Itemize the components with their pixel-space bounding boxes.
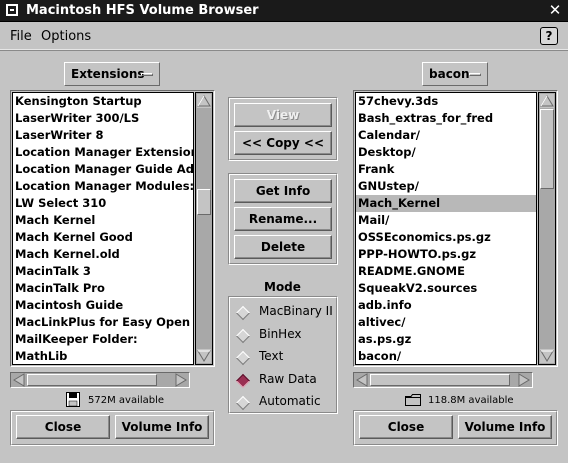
mode-option-label: BinHex [259, 326, 302, 341]
rename-button[interactable]: Rename... [234, 207, 332, 231]
right-available-space: 118.8M available [428, 395, 514, 406]
left-vertical-scroll-thumb[interactable] [197, 189, 211, 215]
option-menu-indicator-icon [469, 73, 481, 76]
file-list-row[interactable]: Location Manager Guide Addtu [13, 161, 193, 178]
file-list-row[interactable]: Mach Kernel Good [13, 229, 193, 246]
right-volume-menu[interactable]: bacon [422, 62, 488, 86]
file-list-row[interactable]: SqueakV2.sources [356, 280, 536, 297]
view-button[interactable]: View [234, 103, 332, 127]
mode-option-label: MacBinary II [259, 304, 333, 318]
file-list-row[interactable]: Mach_Kernel [356, 195, 536, 212]
menu-file[interactable]: File [10, 29, 32, 44]
menu-options[interactable]: Options [41, 29, 91, 44]
right-file-list: 57chevy.3ds Bash_extras_for_fred Calendar/… [353, 90, 558, 367]
right-horizontal-scroll-thumb[interactable] [370, 374, 510, 386]
file-list-row[interactable]: Desktop/ [356, 144, 536, 161]
right-vertical-scrollbar[interactable] [538, 92, 556, 365]
delete-button[interactable]: Delete [234, 235, 332, 259]
file-list-row[interactable]: README.GNOME [356, 263, 536, 280]
mode-option-label: Text [259, 349, 284, 363]
file-list-row[interactable]: Location Manager Extension [13, 144, 193, 161]
file-list-row[interactable]: 57chevy.3ds [356, 93, 536, 110]
scroll-down-icon[interactable] [197, 349, 211, 363]
file-list-row[interactable]: OSSEconomics.ps.gz [356, 229, 536, 246]
left-file-list-items[interactable]: Kensington Startup LaserWriter 300/LS Lase… [12, 92, 194, 365]
file-list-row[interactable]: bacon/ [356, 348, 536, 364]
file-list-row[interactable]: Location Manager Modules: [13, 178, 193, 195]
file-list-row[interactable]: Frank [356, 161, 536, 178]
left-volume-info-button[interactable]: Volume Info [115, 415, 209, 439]
file-list-row[interactable]: LaserWriter 300/LS [13, 110, 193, 127]
left-file-list: Kensington Startup LaserWriter 300/LS Lase… [10, 90, 215, 367]
scroll-left-icon[interactable] [12, 373, 26, 387]
file-list-row[interactable]: MathLib [13, 348, 193, 364]
right-horizontal-scrollbar[interactable] [353, 372, 533, 388]
folder-icon [405, 394, 421, 406]
left-vertical-scrollbar[interactable] [195, 92, 213, 365]
left-horizontal-scrollbar[interactable] [10, 372, 190, 388]
file-list-row[interactable]: Mach Kernel.old [13, 246, 193, 263]
file-list-row[interactable]: LW Select 310 [13, 195, 193, 212]
scroll-right-icon[interactable] [517, 373, 531, 387]
scroll-up-icon[interactable] [197, 94, 211, 108]
right-file-list-items[interactable]: 57chevy.3ds Bash_extras_for_fred Calendar/… [355, 92, 537, 365]
file-list-row[interactable]: MacinTalk 3 [13, 263, 193, 280]
get-info-button[interactable]: Get Info [234, 179, 332, 203]
left-volume-label: Extensions [71, 67, 145, 81]
left-volume-menu[interactable]: Extensions [64, 62, 160, 86]
scroll-right-icon[interactable] [174, 373, 188, 387]
left-available-space: 572M available [88, 395, 165, 406]
mode-option-label: Automatic [259, 394, 321, 408]
file-list-row[interactable]: PPP-HOWTO.ps.gz [356, 246, 536, 263]
title-bar: Macintosh HFS Volume Browser ✕ [0, 0, 568, 22]
right-vertical-scroll-thumb[interactable] [540, 109, 554, 189]
right-close-button[interactable]: Close [359, 415, 453, 439]
file-list-row[interactable]: Mach Kernel [13, 212, 193, 229]
window-title: Macintosh HFS Volume Browser [26, 3, 259, 18]
option-menu-indicator-icon [141, 73, 153, 76]
file-list-row[interactable]: GNUstep/ [356, 178, 536, 195]
mode-option-label: Raw Data [259, 371, 317, 386]
file-list-row[interactable]: Mail/ [356, 212, 536, 229]
file-list-row[interactable]: adb.info [356, 297, 536, 314]
file-list-row[interactable]: Bash_extras_for_fred [356, 110, 536, 127]
help-icon[interactable]: ? [540, 27, 558, 45]
mode-label: Mode [264, 280, 301, 294]
close-window-button[interactable]: ✕ [546, 2, 564, 20]
file-list-row[interactable]: as.ps.gz [356, 331, 536, 348]
scroll-left-icon[interactable] [355, 373, 369, 387]
window-menu-icon[interactable] [6, 4, 18, 16]
left-close-button[interactable]: Close [16, 415, 110, 439]
right-volume-info-button[interactable]: Volume Info [458, 415, 552, 439]
left-horizontal-scroll-thumb[interactable] [27, 374, 157, 386]
file-list-row[interactable]: MacinTalk Pro [13, 280, 193, 297]
file-list-row[interactable]: MacLinkPlus for Easy Open [13, 314, 193, 331]
file-list-row[interactable]: MailKeeper Folder: [13, 331, 193, 348]
file-list-row[interactable]: Calendar/ [356, 127, 536, 144]
file-list-row[interactable]: altivec/ [356, 314, 536, 331]
copy-button[interactable]: << Copy << [234, 131, 332, 155]
file-list-row[interactable]: Kensington Startup [13, 93, 193, 110]
scroll-down-icon[interactable] [540, 349, 554, 363]
file-list-row[interactable]: Macintosh Guide [13, 297, 193, 314]
floppy-disk-icon [66, 392, 80, 407]
right-volume-label: bacon [429, 67, 470, 81]
file-list-row[interactable]: LaserWriter 8 [13, 127, 193, 144]
menu-bar: File Options ? [0, 22, 568, 50]
scroll-up-icon[interactable] [540, 94, 554, 108]
